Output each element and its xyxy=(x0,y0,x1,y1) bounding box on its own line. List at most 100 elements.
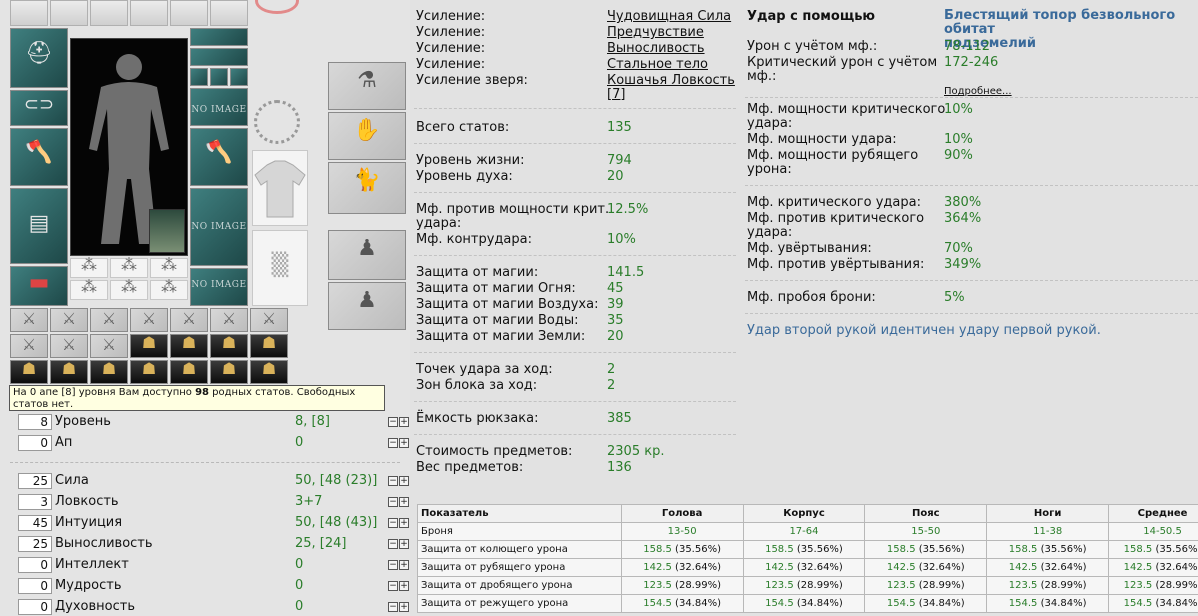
rune-slot[interactable]: ⁂ xyxy=(110,277,148,300)
decrease-button[interactable]: − xyxy=(388,438,398,448)
increase-button[interactable]: + xyxy=(399,581,409,591)
shirt-slot[interactable] xyxy=(252,150,308,226)
helmet-slot[interactable]: ⛑ xyxy=(10,28,68,88)
elixir-slot[interactable]: ☗ xyxy=(130,333,168,358)
divider xyxy=(414,434,736,435)
boots-slot[interactable]: NO IMAGE xyxy=(190,268,248,306)
decrease-button[interactable]: − xyxy=(388,602,398,612)
pose-slot[interactable]: ♟ xyxy=(328,230,406,280)
decrease-button[interactable]: − xyxy=(388,560,398,570)
inventory-slot[interactable]: ⚔ xyxy=(210,308,248,332)
increase-button[interactable]: + xyxy=(399,539,409,549)
increase-button[interactable]: + xyxy=(399,417,409,427)
rune-slot[interactable]: ⁂ xyxy=(110,255,148,278)
increase-button[interactable]: + xyxy=(399,560,409,570)
beast-buff-level[interactable]: [7] xyxy=(607,87,625,102)
hands-slot[interactable]: ✋ xyxy=(328,112,406,160)
decrease-button[interactable]: − xyxy=(388,476,398,486)
bracers-slot[interactable]: ⊂⊃ xyxy=(10,90,68,126)
elixir-slot[interactable]: ☗ xyxy=(210,359,248,384)
potion-slot[interactable]: ⚗ xyxy=(328,62,406,110)
pet-slot[interactable]: 🐈 xyxy=(328,162,406,214)
ring-slot[interactable] xyxy=(190,68,208,86)
stat-row-endurance: 25 Выносливость 25, [24] − + xyxy=(18,534,410,554)
ap-input[interactable]: 0 xyxy=(18,435,52,451)
cloak-slot[interactable]: ▒ xyxy=(252,230,308,306)
agility-input[interactable]: 3 xyxy=(18,494,52,510)
amulet-slot[interactable] xyxy=(190,28,248,46)
buff-link[interactable]: Чудовищная Сила xyxy=(607,9,731,24)
divider xyxy=(414,192,736,193)
elixir-slot[interactable]: ☗ xyxy=(250,359,288,384)
increase-button[interactable]: + xyxy=(399,602,409,612)
intuition-input[interactable]: 45 xyxy=(18,515,52,531)
buff-link[interactable]: Стальное тело xyxy=(607,57,708,72)
crossed-swords-icon: ⚔ xyxy=(261,309,277,328)
scroll-slot[interactable] xyxy=(50,0,88,26)
rune-slot[interactable]: ⁂ xyxy=(70,255,108,278)
increase-button[interactable]: + xyxy=(399,476,409,486)
inventory-slot[interactable]: ⚔ xyxy=(130,308,168,332)
total-stats-value: 135 xyxy=(607,120,632,135)
shield-slot[interactable]: NO IMAGE xyxy=(190,188,248,266)
decrease-button[interactable]: − xyxy=(388,581,398,591)
increase-button[interactable]: + xyxy=(399,497,409,507)
elixir-slot[interactable]: ☗ xyxy=(170,333,208,358)
backpack-label: Ёмкость рюкзака: xyxy=(416,411,539,426)
elixir-icon: ☗ xyxy=(261,333,277,352)
pet-cat-icon[interactable] xyxy=(149,209,185,253)
increase-button[interactable]: + xyxy=(399,438,409,448)
hit-points-label: Точек удара за ход: xyxy=(416,362,553,377)
inventory-slot[interactable]: ⚔ xyxy=(10,308,48,332)
intellect-input[interactable]: 0 xyxy=(18,557,52,573)
beast-buff-link[interactable]: Кошачья Ловкость xyxy=(607,73,735,88)
rune-slot[interactable]: ⁂ xyxy=(70,277,108,300)
decrease-button[interactable]: − xyxy=(388,518,398,528)
inventory-slot[interactable]: ⚔ xyxy=(90,308,128,332)
scroll-slot[interactable] xyxy=(170,0,208,26)
spirituality-input[interactable]: 0 xyxy=(18,599,52,615)
inventory-slot[interactable]: ⚔ xyxy=(90,334,128,358)
earring-slot[interactable] xyxy=(190,48,248,66)
scroll-slot[interactable] xyxy=(10,0,48,26)
decrease-button[interactable]: − xyxy=(388,539,398,549)
scroll-slot[interactable] xyxy=(210,0,248,26)
inventory-slot[interactable]: ⚔ xyxy=(10,334,48,358)
gloves-slot[interactable]: NO IMAGE xyxy=(190,88,248,126)
pose-slot[interactable]: ♟ xyxy=(328,282,406,330)
left-weapon-slot[interactable]: 🪓 xyxy=(10,128,68,186)
elixir-slot[interactable]: ☗ xyxy=(250,333,288,358)
level-input[interactable]: 8 xyxy=(18,414,52,430)
buff-link[interactable]: Выносливость xyxy=(607,41,705,56)
wisdom-input[interactable]: 0 xyxy=(18,578,52,594)
more-link[interactable]: Подробнее... xyxy=(944,86,1012,97)
inventory-slot[interactable]: ⚔ xyxy=(250,308,288,332)
elixir-slot[interactable]: ☗ xyxy=(170,359,208,384)
endurance-input[interactable]: 25 xyxy=(18,536,52,552)
right-weapon-slot[interactable]: 🪓 xyxy=(190,128,248,186)
decrease-button[interactable]: − xyxy=(388,497,398,507)
increase-button[interactable]: + xyxy=(399,518,409,528)
ring-slot[interactable] xyxy=(230,68,248,86)
scroll-slot[interactable] xyxy=(130,0,168,26)
rune-slot[interactable]: ⁂ xyxy=(150,277,188,300)
inventory-slot[interactable]: ⚔ xyxy=(170,308,208,332)
elixir-slot[interactable]: ☗ xyxy=(90,359,128,384)
ring-slot[interactable] xyxy=(210,68,228,86)
strength-input[interactable]: 25 xyxy=(18,473,52,489)
elixir-slot[interactable]: ☗ xyxy=(130,359,168,384)
scroll-slot[interactable] xyxy=(90,0,128,26)
divider xyxy=(745,185,1198,186)
belt-slot[interactable]: ▬ xyxy=(10,266,68,306)
counter-label: Мф. контрудара: xyxy=(416,232,532,247)
rune-slot[interactable]: ⁂ xyxy=(150,255,188,278)
inventory-slot[interactable]: ⚔ xyxy=(50,308,88,332)
elixir-slot[interactable]: ☗ xyxy=(210,333,248,358)
elixir-slot[interactable]: ☗ xyxy=(50,359,88,384)
elixir-slot[interactable]: ☗ xyxy=(10,359,48,384)
decrease-button[interactable]: − xyxy=(388,417,398,427)
armor-slot[interactable]: ▤ xyxy=(10,188,68,264)
buff-link[interactable]: Предчувствие xyxy=(607,25,704,40)
stat-value: 0 xyxy=(295,557,304,572)
inventory-slot[interactable]: ⚔ xyxy=(50,334,88,358)
